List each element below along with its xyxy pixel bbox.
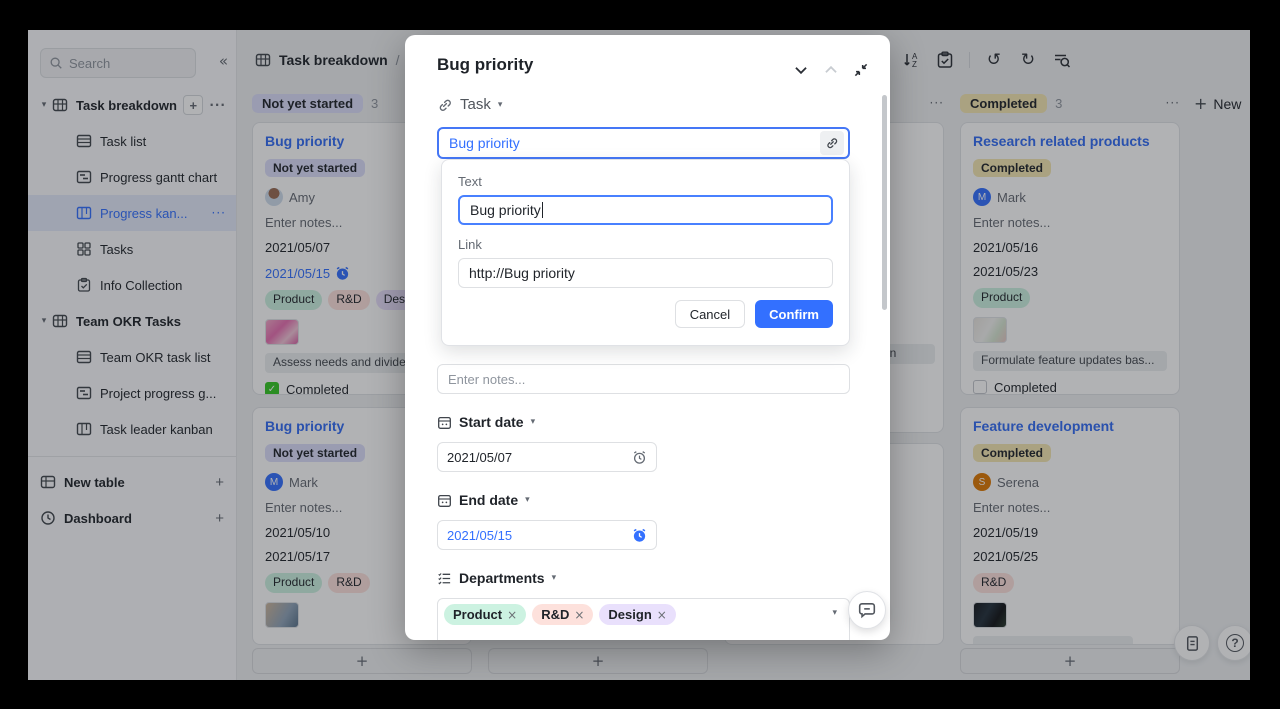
department-tag-rd[interactable]: R&D × (532, 604, 593, 625)
remove-tag-icon[interactable]: × (507, 608, 517, 622)
task-name-field[interactable]: Bug priority (437, 127, 850, 159)
start-date-field-label[interactable]: Start date ▾ (437, 414, 535, 430)
link-edit-popover: Text Bug priority Link http://Bug priori… (441, 159, 850, 346)
alarm-icon-active (632, 528, 647, 543)
collapse-modal-icon[interactable] (852, 61, 870, 79)
department-tag-product[interactable]: Product × (444, 604, 526, 625)
link-input[interactable]: http://Bug priority (458, 258, 833, 288)
calendar-icon (437, 493, 452, 508)
edit-link-button[interactable] (820, 131, 844, 155)
modal-title: Bug priority (437, 55, 533, 75)
start-date-label: Start date (459, 414, 524, 430)
comment-button[interactable] (848, 591, 886, 629)
link-field-label: Link (458, 237, 833, 252)
tag-label: Design (608, 607, 651, 622)
end-date-label: End date (459, 492, 518, 508)
start-date-value: 2021/05/07 (447, 450, 512, 465)
end-date-input[interactable]: 2021/05/15 (437, 520, 657, 550)
tag-label: Product (453, 607, 502, 622)
remove-tag-icon[interactable]: × (657, 608, 667, 622)
departments-input[interactable]: Product × R&D × Design × ▾ (437, 598, 850, 640)
start-date-input[interactable]: 2021/05/07 (437, 442, 657, 472)
calendar-icon (437, 415, 452, 430)
caret-down-icon: ▾ (531, 417, 536, 427)
notes-input[interactable]: Enter notes... (437, 364, 850, 394)
tag-label: R&D (541, 607, 569, 622)
end-date-field-label[interactable]: End date ▾ (437, 492, 530, 508)
remove-tag-icon[interactable]: × (574, 608, 584, 622)
text-cursor (542, 202, 543, 218)
caret-down-icon: ▾ (498, 100, 503, 110)
departments-field-label[interactable]: Departments ▾ (437, 570, 556, 586)
caret-down-icon: ▾ (552, 573, 557, 583)
cancel-button[interactable]: Cancel (675, 300, 745, 328)
modal-scrollbar[interactable] (882, 95, 887, 310)
confirm-button[interactable]: Confirm (755, 300, 833, 328)
record-detail-modal: Bug priority Task ▾ Bug priority Text Bu… (405, 35, 890, 640)
text-input-value: Bug priority (470, 202, 541, 218)
prev-record-chevron-down-icon[interactable] (792, 61, 810, 79)
app-window: Search « ▾ Task breakdown + ··· Task lis… (28, 30, 1250, 680)
text-field-label: Text (458, 174, 833, 189)
comment-bubble-icon (858, 601, 876, 619)
end-date-value: 2021/05/15 (447, 528, 512, 543)
next-record-chevron-up-icon[interactable] (822, 61, 840, 79)
multiselect-icon (437, 571, 452, 586)
record-type-dropdown[interactable]: Task ▾ (437, 96, 502, 113)
caret-down-icon: ▾ (525, 495, 530, 505)
departments-label: Departments (459, 570, 545, 586)
link-input-value: http://Bug priority (469, 265, 575, 281)
alarm-icon (632, 450, 647, 465)
caret-down-icon[interactable]: ▾ (832, 608, 837, 618)
text-input[interactable]: Bug priority (458, 195, 833, 225)
record-type-label: Task (460, 96, 491, 113)
task-name-value: Bug priority (449, 135, 820, 151)
department-tag-design[interactable]: Design × (599, 604, 675, 625)
link-icon (437, 97, 453, 113)
